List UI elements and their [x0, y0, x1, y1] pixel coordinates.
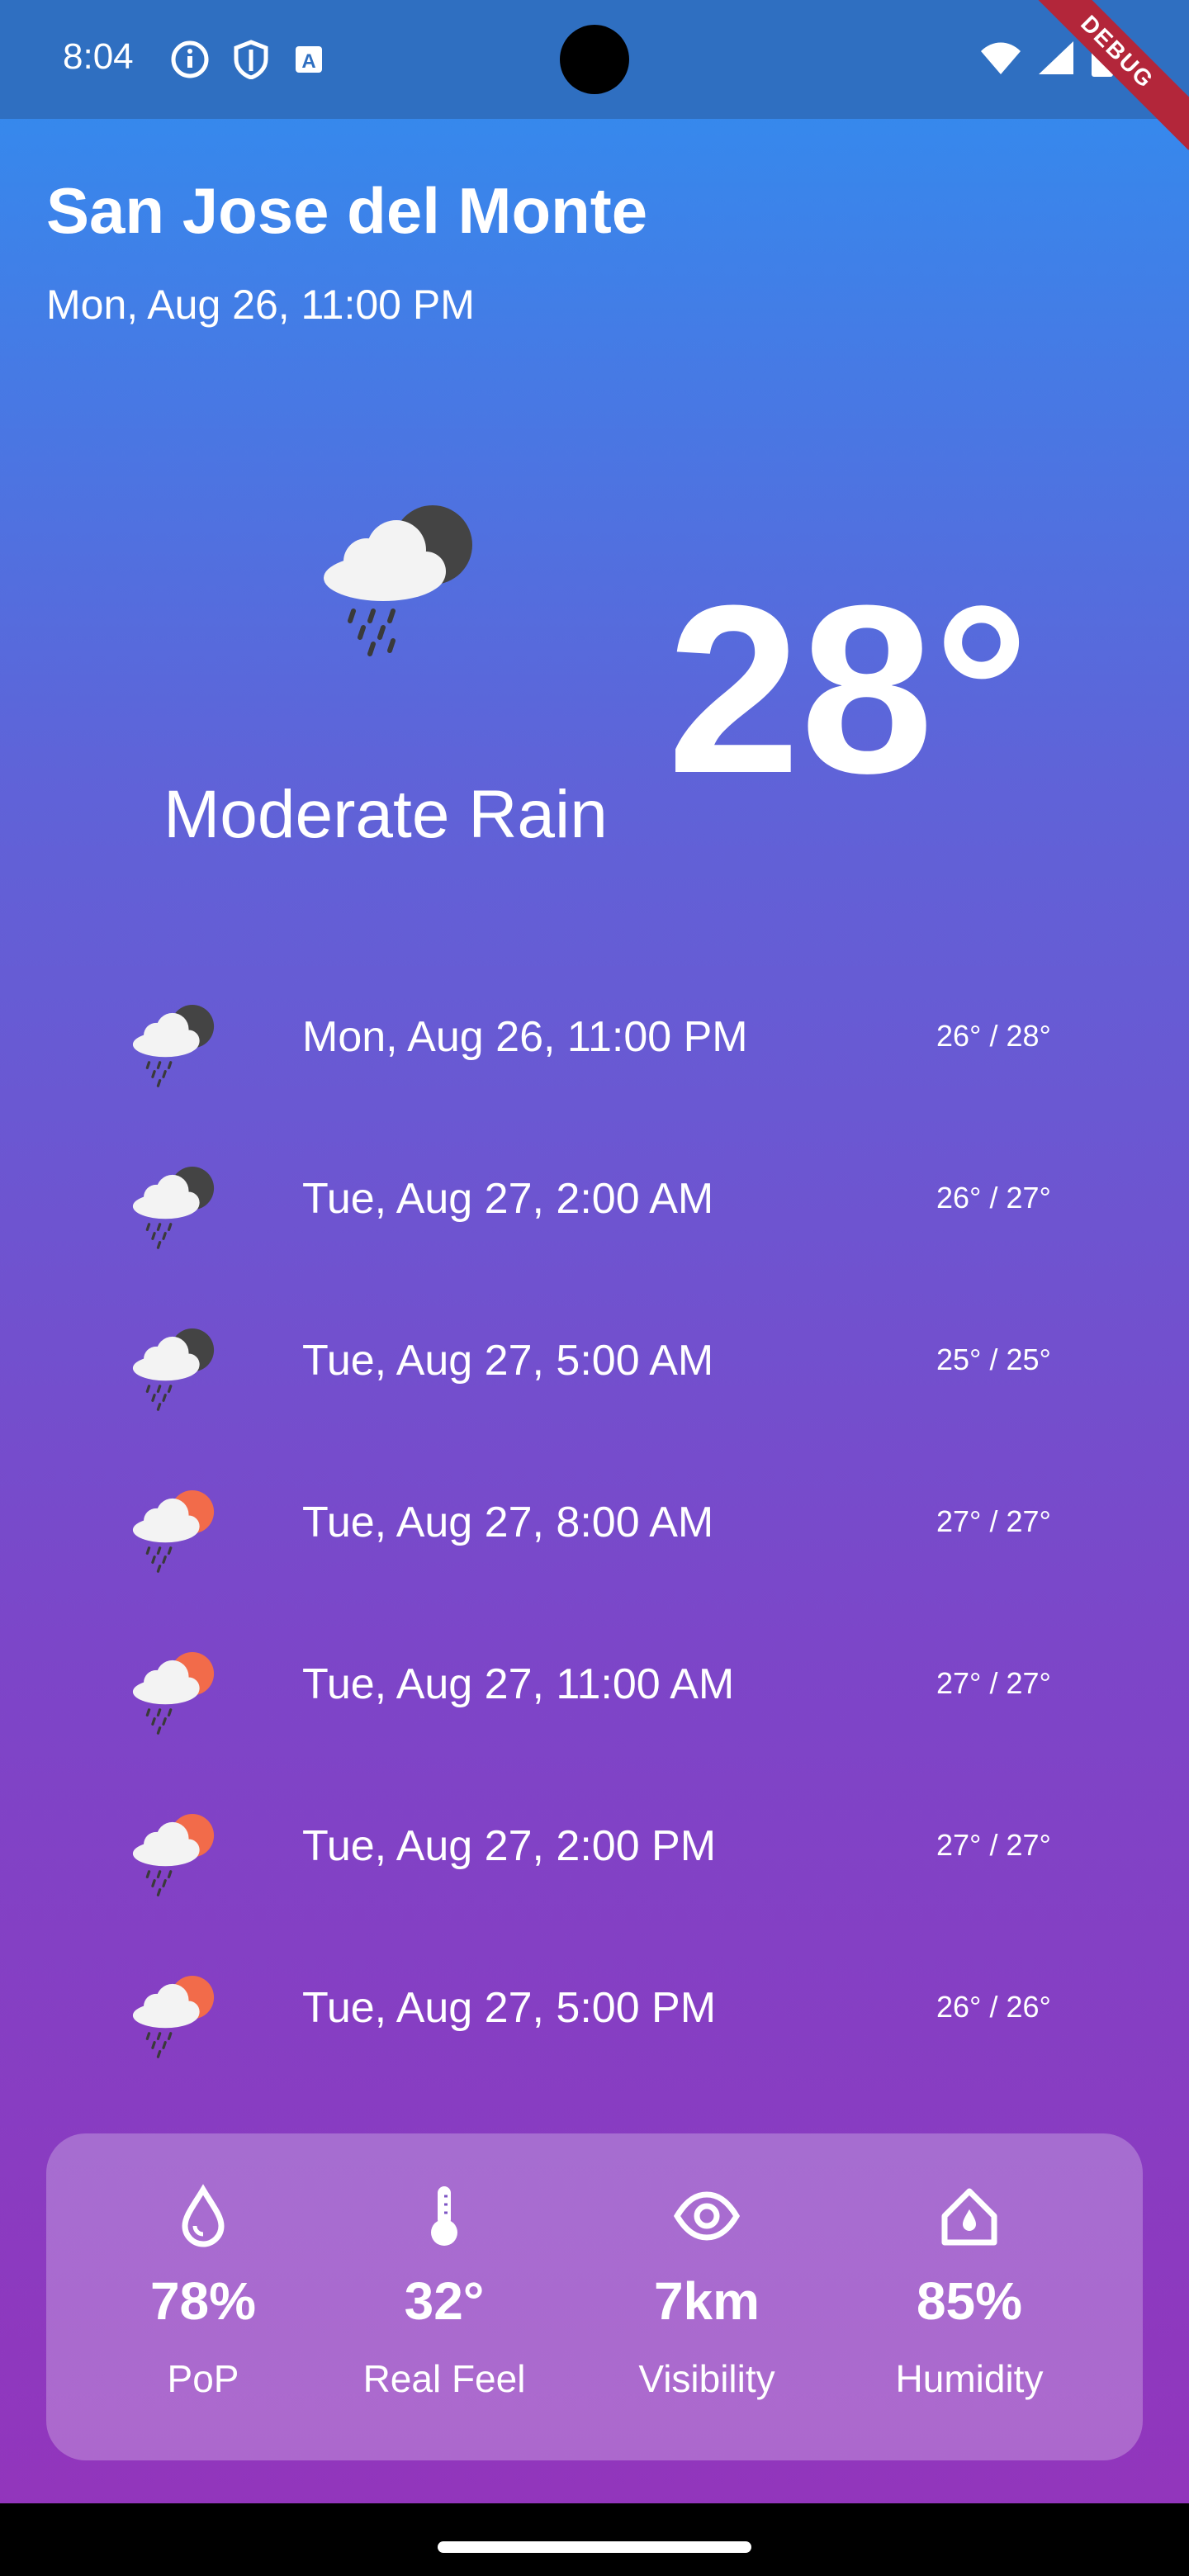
- rain-day-icon: [132, 1652, 215, 1735]
- detail-visibility: 7km Visibility: [583, 2183, 831, 2401]
- weather-condition: Moderate Rain: [163, 777, 608, 852]
- forecast-temp: 25° / 25°: [936, 1342, 1051, 1376]
- current-datetime: Mon, Aug 26, 11:00 PM: [46, 282, 475, 328]
- rain-night-icon: [132, 1005, 215, 1087]
- forecast-time: Tue, Aug 27, 5:00 AM: [302, 1337, 714, 1385]
- forecast-time: Tue, Aug 27, 2:00 AM: [302, 1175, 714, 1223]
- forecast-time: Tue, Aug 27, 5:00 PM: [302, 1984, 717, 2032]
- forecast-temp: 27° / 27°: [936, 1828, 1051, 1862]
- weather-details-card: 78% PoP 32° Real Feel 7km Visibility 85%…: [46, 2133, 1143, 2460]
- status-bar: 8:04 A: [0, 0, 1189, 119]
- home-icon: [941, 2188, 997, 2246]
- rain-day-icon: [132, 1976, 215, 2058]
- detail-value: 32°: [404, 2271, 485, 2331]
- detail-label: Real Feel: [362, 2357, 526, 2400]
- forecast-temp: 27° / 27°: [936, 1666, 1051, 1700]
- rain-night-icon: [132, 1328, 215, 1411]
- forecast-temp: 27° / 27°: [936, 1504, 1051, 1538]
- forecast-temp: 26° / 26°: [936, 1990, 1051, 2024]
- signal-icon: [1039, 41, 1073, 74]
- forecast-row: Tue, Aug 27, 8:00 AM 27° / 27°: [124, 1476, 1082, 1575]
- wifi-icon: [981, 42, 1021, 74]
- detail-label: Visibility: [638, 2357, 775, 2400]
- status-icons-left: A: [170, 40, 325, 79]
- droplet-icon: [182, 2184, 225, 2247]
- info-icon: [171, 40, 209, 78]
- forecast-time: Mon, Aug 26, 11:00 PM: [302, 1013, 748, 1061]
- svg-text:A: A: [301, 50, 315, 73]
- detail-label: Humidity: [895, 2357, 1044, 2400]
- detail-label: PoP: [167, 2357, 239, 2400]
- forecast-row: Tue, Aug 27, 2:00 AM 26° / 27°: [124, 1153, 1082, 1252]
- forecast-time: Tue, Aug 27, 8:00 AM: [302, 1499, 714, 1546]
- thermometer-icon: [431, 2186, 457, 2246]
- forecast-row: Tue, Aug 27, 2:00 PM 27° / 27°: [124, 1800, 1082, 1899]
- forecast-row: Tue, Aug 27, 11:00 AM 27° / 27°: [124, 1638, 1082, 1737]
- forecast-time: Tue, Aug 27, 11:00 AM: [302, 1660, 735, 1708]
- text-badge-icon: A: [296, 46, 322, 73]
- detail-pop: 78% PoP: [79, 2183, 327, 2401]
- forecast-row: Mon, Aug 26, 11:00 PM 26° / 28°: [124, 991, 1082, 1090]
- forecast-row: Tue, Aug 27, 5:00 PM 26° / 26°: [124, 1962, 1082, 2061]
- forecast-temp: 26° / 27°: [936, 1181, 1051, 1215]
- forecast-temp: 26° / 28°: [936, 1019, 1051, 1053]
- camera-cutout: [560, 25, 629, 94]
- status-time: 8:04: [63, 36, 134, 77]
- forecast-row: Tue, Aug 27, 5:00 AM 25° / 25°: [124, 1314, 1082, 1413]
- detail-value: 78%: [149, 2271, 257, 2331]
- home-gesture-handle[interactable]: [438, 2541, 751, 2553]
- detail-real-feel: 32° Real Feel: [320, 2183, 568, 2401]
- shield-icon: [234, 40, 268, 79]
- rain-night-icon: [324, 505, 472, 656]
- forecast-time: Tue, Aug 27, 2:00 PM: [302, 1822, 717, 1870]
- detail-humidity: 85% Humidity: [846, 2183, 1093, 2401]
- navigation-bar: [0, 2503, 1189, 2576]
- rain-night-icon: [132, 1167, 215, 1249]
- current-temperature: 28°: [667, 556, 1030, 823]
- eye-icon: [674, 2191, 740, 2241]
- rain-day-icon: [132, 1490, 215, 1573]
- detail-value: 7km: [653, 2271, 760, 2331]
- city-name: San Jose del Monte: [46, 174, 648, 247]
- rain-day-icon: [132, 1814, 215, 1896]
- detail-value: 85%: [916, 2271, 1023, 2331]
